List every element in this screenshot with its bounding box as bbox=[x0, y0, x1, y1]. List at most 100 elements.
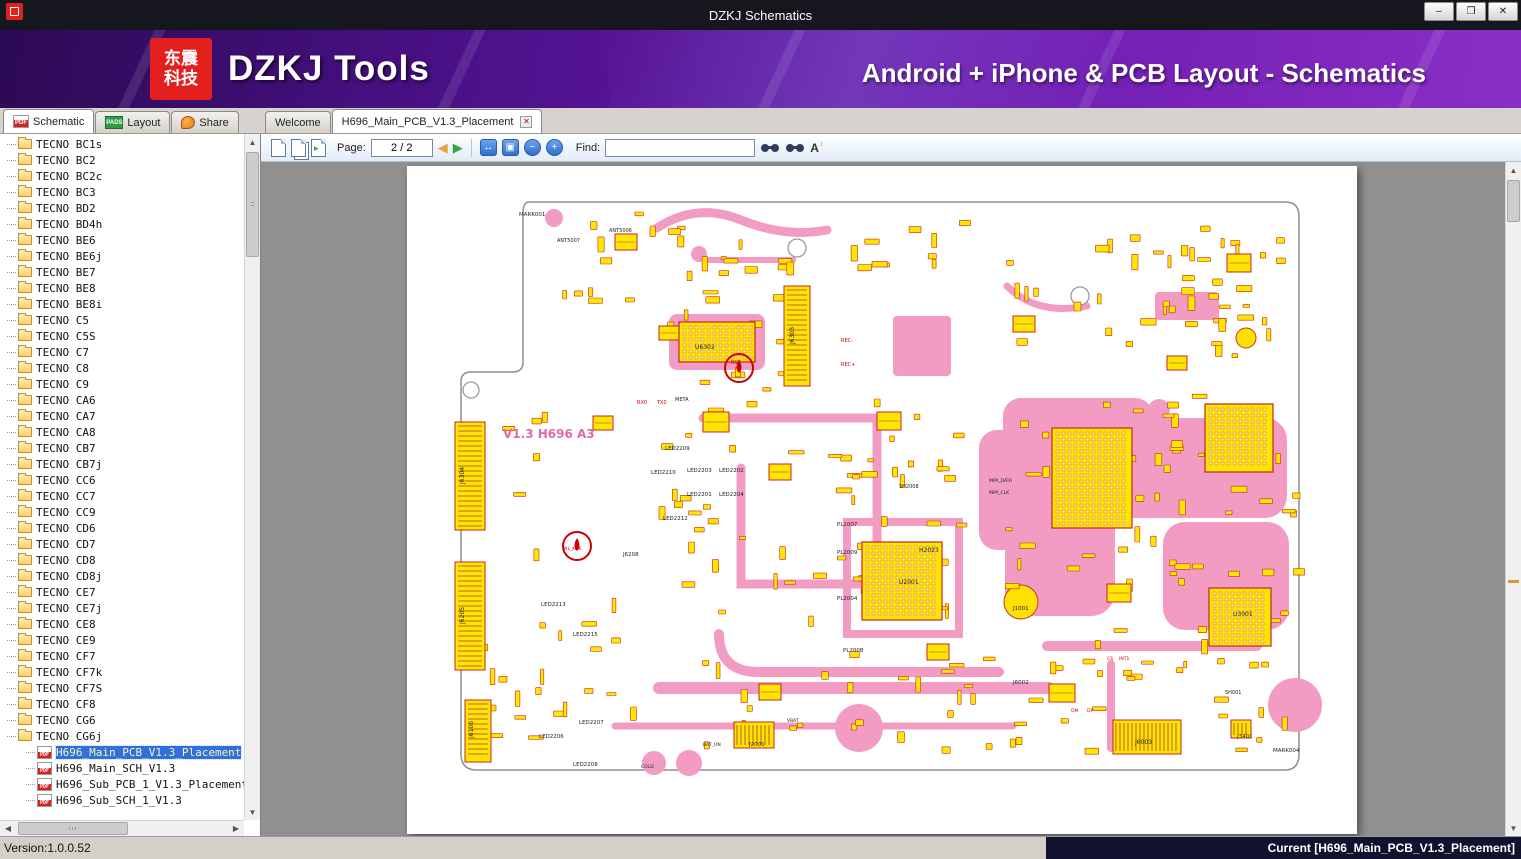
zoom-in-button[interactable]: + bbox=[545, 139, 563, 156]
facing-pages-icon[interactable] bbox=[291, 138, 306, 157]
tree-folder-item[interactable]: TECNO CD6 bbox=[0, 520, 244, 536]
tree-folder-item[interactable]: TECNO BD4h bbox=[0, 216, 244, 232]
tree-folder-item[interactable]: TECNO C9 bbox=[0, 376, 244, 392]
svg-text:SH001: SH001 bbox=[1225, 690, 1241, 696]
tree-folder-item[interactable]: TECNO C5 bbox=[0, 312, 244, 328]
sidebar-horizontal-scrollbar[interactable]: ◀ ▶ bbox=[0, 820, 244, 836]
folder-icon bbox=[18, 617, 32, 629]
tree-folder-item[interactable]: TECNO C5S bbox=[0, 328, 244, 344]
svg-text:LED2212: LED2212 bbox=[663, 516, 688, 522]
tree-folder-item[interactable]: TECNO CB7j bbox=[0, 456, 244, 472]
tree-folder-item[interactable]: TECNO BC2 bbox=[0, 152, 244, 168]
sidebar-scroll-thumb[interactable] bbox=[246, 152, 259, 257]
scroll-left-icon[interactable]: ◀ bbox=[0, 821, 16, 836]
tree-folder-item[interactable]: TECNO CE8 bbox=[0, 616, 244, 632]
viewer-scroll-thumb[interactable] bbox=[1507, 180, 1520, 222]
tree-folder-item[interactable]: TECNO BC3 bbox=[0, 184, 244, 200]
tree-folder-item[interactable]: TECNO CA8 bbox=[0, 424, 244, 440]
tree-folder-item[interactable]: TECNO CF7 bbox=[0, 648, 244, 664]
next-page-button[interactable]: ▶ bbox=[453, 141, 463, 154]
tree-folder-item[interactable]: TECNO C7 bbox=[0, 344, 244, 360]
page-label: Page: bbox=[337, 141, 366, 154]
current-document-status: Current [H696_Main_PCB_V1.3_Placement] bbox=[1046, 836, 1521, 859]
tree-doc-item[interactable]: H696_Main_SCH_V1.3 bbox=[0, 760, 244, 776]
tree-doc-item[interactable]: H696_Main_PCB_V1.3_Placement bbox=[0, 744, 244, 760]
svg-text:DP: DP bbox=[1087, 708, 1093, 714]
pdf-viewer[interactable]: MARK001 ANT5007 ANT5006 V1.3 H696 A3 U6302 RS… bbox=[261, 162, 1521, 836]
banner: 东震 科技 DZKJ Tools Android + iPhone & PCB … bbox=[0, 30, 1521, 108]
svg-text:INT1: INT1 bbox=[1119, 656, 1129, 662]
tree-folder-item[interactable]: TECNO CC9 bbox=[0, 504, 244, 520]
tree-folder-item[interactable]: TECNO CD8 bbox=[0, 552, 244, 568]
scroll-right-icon[interactable]: ▶ bbox=[228, 821, 244, 836]
tree-folder-item[interactable]: TECNO C8 bbox=[0, 360, 244, 376]
tab-share[interactable]: Share bbox=[171, 111, 239, 133]
page-number-input[interactable] bbox=[370, 138, 433, 157]
viewer-vertical-scrollbar[interactable]: ▲ ▼ bbox=[1505, 162, 1521, 836]
tree-item-label: TECNO CF8 bbox=[36, 697, 96, 711]
tree-folder-item[interactable]: TECNO BD2 bbox=[0, 200, 244, 216]
tab-close-icon[interactable]: ✕ bbox=[520, 115, 533, 128]
tree-folder-item[interactable]: TECNO CA7 bbox=[0, 408, 244, 424]
page-scroll-icon[interactable] bbox=[311, 138, 326, 157]
tree-folder-item[interactable]: TECNO CF7S bbox=[0, 680, 244, 696]
tree-folder-item[interactable]: TECNO CF8 bbox=[0, 696, 244, 712]
tree-doc-item[interactable]: H696_Sub_SCH_1_V1.3 bbox=[0, 792, 244, 808]
tree-folder-item[interactable]: TECNO CG6j bbox=[0, 728, 244, 744]
tree-folder-item[interactable]: TECNO CF7k bbox=[0, 664, 244, 680]
tree-folder-item[interactable]: TECNO CE7j bbox=[0, 600, 244, 616]
tree-folder-item[interactable]: TECNO CC6 bbox=[0, 472, 244, 488]
svg-text:U2001: U2001 bbox=[899, 579, 919, 586]
tree-folder-item[interactable]: TECNO CE9 bbox=[0, 632, 244, 648]
svg-text:J6002: J6002 bbox=[1012, 680, 1029, 686]
text-size-icon[interactable]: A ↕ bbox=[810, 141, 823, 155]
scroll-up-icon[interactable]: ▲ bbox=[245, 134, 260, 150]
tree-folder-item[interactable]: TECNO CD7 bbox=[0, 536, 244, 552]
tree-folder-item[interactable]: TECNO BC2c bbox=[0, 168, 244, 184]
brand-title: DZKJ Tools bbox=[228, 49, 430, 88]
zoom-out-button[interactable]: − bbox=[523, 139, 541, 156]
tab-layout[interactable]: PADS Layout bbox=[95, 111, 171, 133]
folder-icon bbox=[18, 713, 32, 725]
close-button[interactable]: ✕ bbox=[1488, 2, 1518, 21]
sidebar-hscroll-thumb[interactable] bbox=[18, 822, 128, 835]
find-input[interactable] bbox=[605, 138, 756, 157]
fit-width-button[interactable]: ↔ bbox=[479, 139, 497, 156]
tab-schematic-label: Schematic bbox=[33, 115, 85, 128]
tree-folder-item[interactable]: TECNO CG6 bbox=[0, 712, 244, 728]
tab-schematic[interactable]: Schematic bbox=[3, 109, 95, 133]
single-page-icon[interactable] bbox=[271, 138, 286, 157]
scroll-down-icon[interactable]: ▼ bbox=[245, 804, 260, 820]
pads-icon: PADS bbox=[105, 116, 124, 129]
pdf-toolbar: Page: ◀ ▶ ↔ ▣ − + Find: A↕ bbox=[261, 134, 1521, 162]
previous-page-button[interactable]: ◀ bbox=[438, 141, 448, 154]
tree-folder-item[interactable]: TECNO BC1s bbox=[0, 136, 244, 152]
fit-page-button[interactable]: ▣ bbox=[501, 139, 519, 156]
find-previous-icon[interactable] bbox=[761, 142, 780, 154]
tree-folder-item[interactable]: TECNO BE7 bbox=[0, 264, 244, 280]
svg-text:H2023: H2023 bbox=[919, 547, 939, 554]
folder-icon bbox=[18, 457, 32, 469]
tree-folder-item[interactable]: TECNO CA6 bbox=[0, 392, 244, 408]
viewer-scroll-down-icon[interactable]: ▼ bbox=[1506, 820, 1521, 836]
tab-document[interactable]: H696_Main_PCB_V1.3_Placement ✕ bbox=[331, 109, 543, 133]
maximize-button[interactable]: ❐ bbox=[1456, 2, 1486, 21]
find-next-icon[interactable] bbox=[786, 142, 805, 154]
tree-folder-item[interactable]: TECNO CC7 bbox=[0, 488, 244, 504]
sidebar-vertical-scrollbar[interactable]: ▲ ▼ bbox=[244, 134, 260, 820]
tree-doc-item[interactable]: H696_Sub_PCB_1_V1.3_Placement bbox=[0, 776, 244, 792]
folder-icon bbox=[18, 601, 32, 613]
tree-folder-item[interactable]: TECNO BE8i bbox=[0, 296, 244, 312]
tree-folder-item[interactable]: TECNO BE6j bbox=[0, 248, 244, 264]
tab-welcome[interactable]: Welcome bbox=[265, 111, 331, 133]
tree-folder-item[interactable]: TECNO BE8 bbox=[0, 280, 244, 296]
tree-folder-item[interactable]: TECNO CD8j bbox=[0, 568, 244, 584]
svg-text:RST: RST bbox=[731, 360, 742, 366]
svg-text:LED2215: LED2215 bbox=[573, 632, 598, 638]
viewer-scroll-up-icon[interactable]: ▲ bbox=[1506, 162, 1521, 178]
svg-text:LED2204: LED2204 bbox=[719, 492, 744, 498]
tree-folder-item[interactable]: TECNO BE6 bbox=[0, 232, 244, 248]
tree-folder-item[interactable]: TECNO CE7 bbox=[0, 584, 244, 600]
minimize-button[interactable]: – bbox=[1424, 2, 1454, 21]
tree-folder-item[interactable]: TECNO CB7 bbox=[0, 440, 244, 456]
